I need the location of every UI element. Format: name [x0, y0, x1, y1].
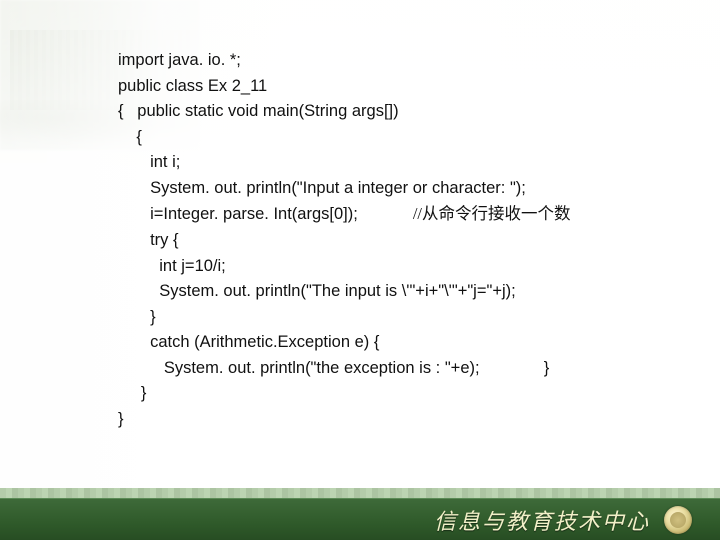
code-line: catch (Arithmetic.Exception e) {: [118, 333, 379, 351]
code-line: System. out. println("the exception is :…: [118, 359, 480, 377]
code-line: int j=10/i;: [118, 257, 226, 275]
code-line: }: [480, 359, 550, 377]
footer-grass-decoration: [0, 488, 720, 498]
code-line: {: [118, 128, 142, 146]
code-comment: //从命令行接收一个数: [413, 204, 571, 223]
code-line: }: [118, 384, 146, 402]
code-line: System. out. println("The input is \'"+i…: [118, 282, 516, 300]
code-line: i=Integer. parse. Int(args[0]);: [118, 205, 413, 223]
code-line: int i;: [118, 153, 180, 171]
code-line: }: [118, 410, 124, 428]
code-line: import java. io. *;: [118, 51, 241, 69]
code-line: System. out. println("Input a integer or…: [118, 179, 526, 197]
footer-bar: 信息与教育技术中心: [0, 498, 720, 540]
code-line: }: [118, 308, 156, 326]
code-line: try {: [118, 231, 179, 249]
code-line: { public static void main(String args[]): [118, 102, 399, 120]
code-line: public class Ex 2_11: [118, 77, 267, 95]
code-block: import java. io. *; public class Ex 2_11…: [118, 48, 708, 432]
footer-logo-icon: [664, 506, 692, 534]
footer-title: 信息与教育技术中心: [434, 504, 650, 536]
